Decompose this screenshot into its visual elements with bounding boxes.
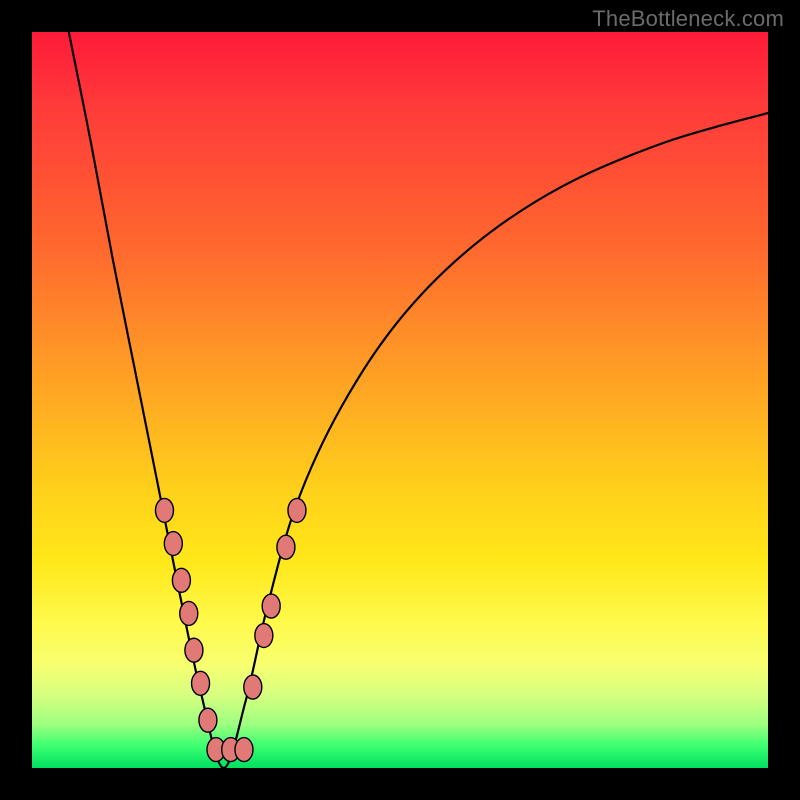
marker-point (235, 738, 253, 762)
curve-path (69, 32, 768, 768)
marker-point (255, 624, 273, 648)
bottleneck-curve (69, 32, 768, 768)
marker-point (172, 568, 190, 592)
highlighted-points (155, 498, 305, 761)
marker-point (277, 535, 295, 559)
chart-frame: TheBottleneck.com (0, 0, 800, 800)
marker-point (180, 601, 198, 625)
watermark-text: TheBottleneck.com (592, 6, 784, 32)
chart-svg (32, 32, 768, 768)
marker-point (155, 498, 173, 522)
marker-point (164, 532, 182, 556)
plot-area (32, 32, 768, 768)
marker-point (288, 498, 306, 522)
marker-point (199, 708, 217, 732)
marker-point (262, 594, 280, 618)
marker-point (192, 671, 210, 695)
marker-point (244, 675, 262, 699)
marker-point (185, 638, 203, 662)
